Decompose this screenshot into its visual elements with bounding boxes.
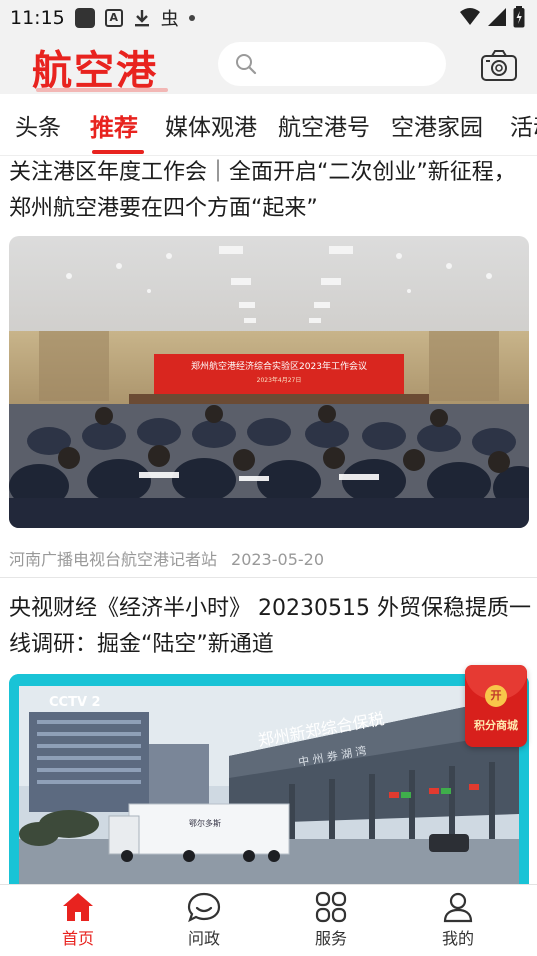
active-tab-indicator bbox=[92, 150, 144, 154]
article-title-2[interactable]: 央视财经《经济半小时》 20230515 外贸保稳提质一线调研：掘金“陆空”新通… bbox=[9, 591, 531, 663]
status-bar: 11:15 A 虫 bbox=[0, 0, 537, 36]
status-right bbox=[459, 6, 525, 28]
nav-service[interactable]: 服务 bbox=[291, 891, 371, 949]
grid-icon bbox=[315, 891, 347, 923]
channel-logo: CCTV 2 bbox=[49, 695, 101, 710]
app-header: 航空港 bbox=[0, 36, 537, 94]
camera-icon[interactable] bbox=[480, 50, 518, 82]
points-mall-label: 积分商城 bbox=[474, 719, 518, 732]
logo-underline bbox=[36, 88, 168, 92]
user-icon bbox=[443, 892, 473, 923]
article-divider bbox=[0, 577, 537, 578]
article-title-1[interactable]: 关注港区年度工作会｜全面开启“二次创业”新征程，郑州航空港要在四个方面“起来” bbox=[9, 157, 531, 227]
tab-activity[interactable]: 活动 bbox=[510, 108, 537, 142]
news-feed[interactable]: 关注港区年度工作会｜全面开启“二次创业”新征程，郑州航空港要在四个方面“起来” bbox=[0, 157, 537, 884]
nav-service-label: 服务 bbox=[314, 929, 347, 948]
search-icon bbox=[236, 54, 257, 75]
bug-icon: 虫 bbox=[160, 9, 179, 30]
conference-photo: 郑州航空港经济综合实验区2023年工作会议 2023年4月27日 bbox=[9, 236, 529, 528]
red-packet-coin-icon: 开 bbox=[485, 685, 507, 707]
nav-mine-label: 我的 bbox=[441, 929, 474, 948]
wifi-icon bbox=[460, 8, 480, 25]
tab-media[interactable]: 媒体观港 bbox=[165, 108, 257, 142]
banner-subtext: 2023年4月27日 bbox=[257, 376, 302, 384]
nav-home-label: 首页 bbox=[61, 929, 94, 948]
article-source-1: 河南广播电视台航空港记者站 bbox=[9, 550, 218, 569]
truck-text: 鄂尔多斯 bbox=[189, 818, 221, 828]
chat-icon bbox=[187, 892, 221, 923]
more-dot-icon bbox=[188, 15, 195, 21]
article-date-1: 2023-05-20 bbox=[231, 550, 324, 569]
signal-icon bbox=[488, 8, 506, 26]
bottom-nav: 首页 问政 服务 我的 bbox=[0, 884, 537, 956]
nav-mine[interactable]: 我的 bbox=[418, 891, 498, 949]
home-icon bbox=[63, 893, 93, 921]
notification-app-icon bbox=[74, 8, 95, 28]
tab-headline[interactable]: 头条 bbox=[15, 108, 61, 142]
download-icon bbox=[133, 8, 151, 28]
bonded-zone-photo: CCTV 2 郑州新郑综合保税 中 州 券 湖 湾 鄂尔多斯 bbox=[9, 674, 529, 884]
nav-inquiry[interactable]: 问政 bbox=[164, 891, 244, 949]
tab-home-community[interactable]: 空港家园 bbox=[391, 108, 483, 142]
notification-a-icon: A bbox=[104, 9, 123, 27]
search-input[interactable] bbox=[218, 42, 446, 86]
article-image-2[interactable]: CCTV 2 郑州新郑综合保税 中 州 券 湖 湾 鄂尔多斯 bbox=[9, 674, 529, 884]
category-tabs: 头条 推荐 媒体观港 航空港号 空港家园 活动 bbox=[0, 94, 537, 156]
tab-airport-account[interactable]: 航空港号 bbox=[278, 108, 370, 142]
status-time: 11:15 bbox=[10, 7, 65, 29]
article-image-1[interactable]: 郑州航空港经济综合实验区2023年工作会议 2023年4月27日 bbox=[9, 236, 529, 528]
tab-recommend[interactable]: 推荐 bbox=[90, 108, 138, 143]
nav-inquiry-label: 问政 bbox=[187, 929, 220, 948]
nav-home[interactable]: 首页 bbox=[38, 891, 118, 949]
points-mall-button[interactable]: 开 积分商城 bbox=[465, 665, 527, 747]
banner-text: 郑州航空港经济综合实验区2023年工作会议 bbox=[191, 360, 367, 372]
battery-icon bbox=[513, 6, 525, 28]
article-meta-1: 河南广播电视台航空港记者站 2023-05-20 bbox=[9, 546, 324, 570]
